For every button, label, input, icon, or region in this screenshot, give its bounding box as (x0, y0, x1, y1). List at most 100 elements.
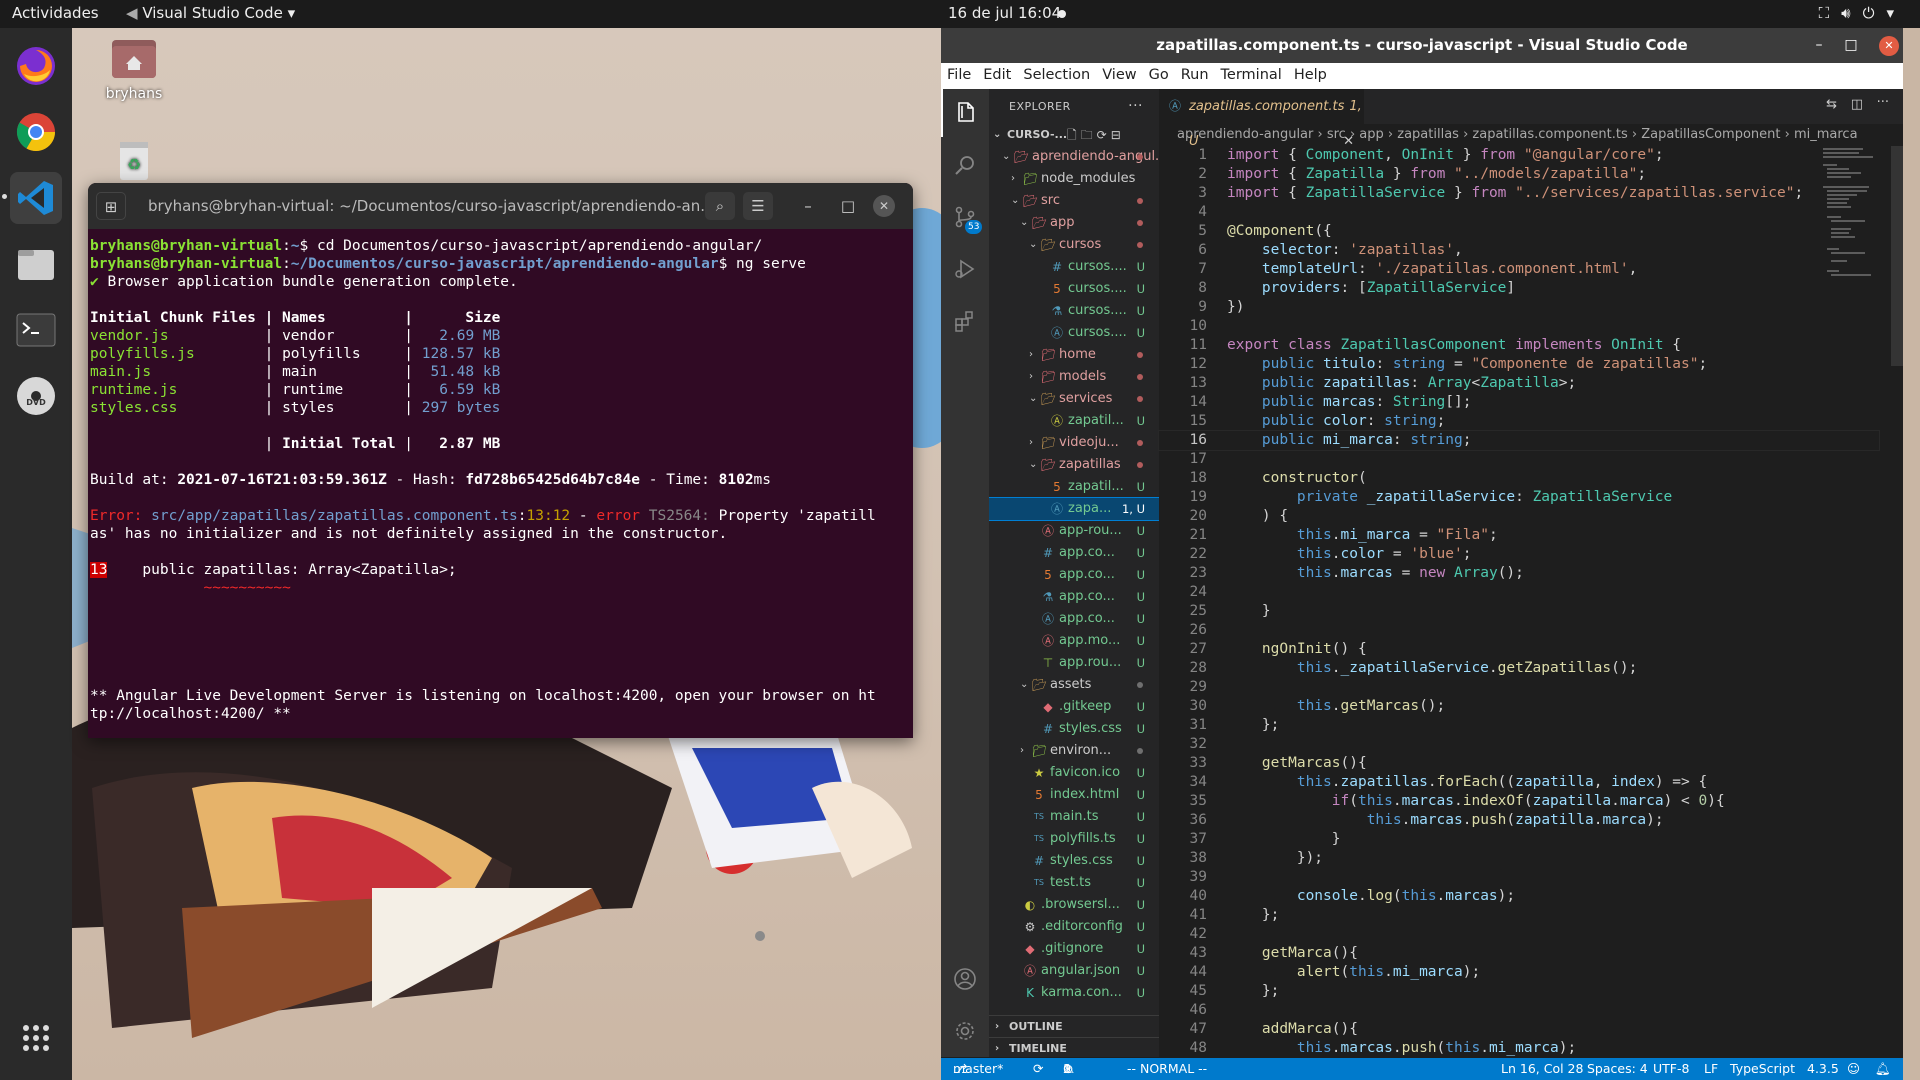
activities-button[interactable]: Actividades (12, 4, 99, 22)
feedback-icon[interactable]: ☺ (1847, 1058, 1860, 1080)
code-line[interactable]: 44 alert(this.mi_marca); (1159, 963, 1879, 982)
timeline-section[interactable]: › TIMELINE (989, 1037, 1159, 1057)
code-line[interactable]: 16 public mi_marca: string; (1158, 430, 1880, 451)
code-line[interactable]: 7 templateUrl: './zapatillas.component.h… (1159, 260, 1879, 279)
code-line[interactable]: 22 this.color = 'blue'; (1159, 545, 1879, 564)
code-line[interactable]: 48 this.marcas.push(this.mi_marca); (1159, 1039, 1879, 1058)
app-menu[interactable]: ◀︎ Visual Studio Code ▾ (126, 4, 295, 22)
tree-file[interactable]: TS polyfills.ts U (989, 828, 1159, 850)
code-line[interactable]: 32 (1159, 735, 1879, 754)
editor-scrollbar[interactable] (1891, 146, 1903, 366)
editor-area[interactable]: Ⓐ zapatillas.component.ts 1, U ✕ ⇆ ◫ ··· … (1158, 89, 1903, 1058)
code-line[interactable]: 18 constructor( (1159, 469, 1879, 488)
code-line[interactable]: 8 providers: [ZapatillaService] (1159, 279, 1879, 298)
code-line[interactable]: 11 export class ZapatillasComponent imple… (1159, 336, 1879, 355)
code-line[interactable]: 9}) (1159, 298, 1879, 317)
code-line[interactable]: 3 import { ZapatillaService } from "../se… (1159, 184, 1879, 203)
code-line[interactable]: 29 (1159, 678, 1879, 697)
code-line[interactable]: 45 }; (1159, 982, 1879, 1001)
terminal-output[interactable]: bryhans@bryhan-virtual:~$ cd Documentos/… (88, 229, 913, 738)
tree-folder[interactable]: ⌄ 📂︎ aprendiendo-angul... (989, 146, 1159, 168)
sync-icon[interactable]: ⟳ (1033, 1058, 1043, 1080)
code-line[interactable]: 4 (1159, 203, 1879, 222)
code-line[interactable]: 31 }; (1159, 716, 1879, 735)
tree-folder[interactable]: › 📁︎ models (989, 366, 1159, 388)
tree-folder[interactable]: › 📁︎ videoju... (989, 432, 1159, 454)
terminal-search-button[interactable]: ⌕ (705, 192, 735, 220)
vscode-minimize-button[interactable]: – (1803, 28, 1835, 63)
terminal-launcher[interactable] (10, 304, 62, 356)
code-line[interactable]: 35 if(this.marcas.indexOf(zapatilla.marc… (1159, 792, 1879, 811)
terminal-window[interactable]: ⊞ bryhans@bryhan-virtual: ~/Documentos/c… (88, 183, 913, 738)
breadcrumb-item[interactable]: zapatillas.component.ts (1472, 127, 1627, 142)
menu-terminal[interactable]: Terminal (1215, 63, 1288, 89)
terminal-maximize-button[interactable]: □ (833, 192, 863, 220)
tree-file[interactable]: # app.co... U (989, 542, 1159, 564)
menu-selection[interactable]: Selection (1017, 63, 1096, 89)
code-line[interactable]: 47 addMarca(){ (1159, 1020, 1879, 1039)
tree-file[interactable]: ⚗ app.co... U (989, 586, 1159, 608)
tree-file[interactable]: Ⓐangular.json U (989, 960, 1159, 982)
menu-help[interactable]: Help (1288, 63, 1333, 89)
tree-file[interactable]: 5 index.html U (989, 784, 1159, 806)
desktop-trash[interactable]: ♻ (89, 138, 179, 186)
code-line[interactable]: 19 private _zapatillaService: ZapatillaS… (1159, 488, 1879, 507)
desktop-home-folder[interactable]: bryhans (89, 34, 179, 102)
code-line[interactable]: 46 (1159, 1001, 1879, 1020)
indentation[interactable]: Spaces: 4 (1587, 1058, 1648, 1080)
tree-file[interactable]: Ⓐzapatil... U (989, 410, 1159, 432)
breadcrumb-item[interactable]: mi_marca (1794, 127, 1858, 142)
code-line[interactable]: 6 selector: 'zapatillas', (1159, 241, 1879, 260)
code-line[interactable]: 34 this.zapatillas.forEach((zapatilla, i… (1159, 773, 1879, 792)
code-line[interactable]: 36 this.marcas.push(zapatilla.marca); (1159, 811, 1879, 830)
menu-edit[interactable]: Edit (977, 63, 1017, 89)
code-line[interactable]: 13 public zapatillas: Array<Zapatilla>; (1159, 374, 1879, 393)
tree-file[interactable]: ⚗ cursos.... U (989, 300, 1159, 322)
tree-file[interactable]: Ⓐzapa... 1, U (989, 497, 1159, 521)
code-line[interactable]: 20 ) { (1159, 507, 1879, 526)
code-line[interactable]: 26 (1159, 621, 1879, 640)
code-line[interactable]: 40 console.log(this.marcas); (1159, 887, 1879, 906)
clock[interactable]: 16 de jul 16:04 (948, 4, 1061, 22)
tree-file[interactable]: ★ favicon.ico U (989, 762, 1159, 784)
code-line[interactable]: 2 import { Zapatilla } from "../models/za… (1159, 165, 1879, 184)
code-line[interactable]: 25 } (1159, 602, 1879, 621)
tree-folder[interactable]: ⌄ 📂︎ assets (989, 674, 1159, 696)
terminal-menu-button[interactable]: ☰ (743, 192, 773, 220)
code-line[interactable]: 33 getMarcas(){ (1159, 754, 1879, 773)
ts-version[interactable]: 4.3.5 (1807, 1058, 1839, 1080)
explorer-icon[interactable] (941, 89, 989, 137)
code-line[interactable]: 38 }); (1159, 849, 1879, 868)
code-line[interactable]: 43 getMarca(){ (1159, 944, 1879, 963)
code-line[interactable]: 21 this.mi_marca = "Fila"; (1159, 526, 1879, 545)
tree-file[interactable]: Ⓐcursos.... U (989, 322, 1159, 344)
tree-folder[interactable]: › 📁︎ home (989, 344, 1159, 366)
run-debug-icon[interactable] (941, 245, 989, 293)
split-editor-icon[interactable]: ◫ (1851, 97, 1863, 112)
code-editor[interactable]: 1 import { Component, OnInit } from "@ang… (1158, 146, 1880, 1058)
tree-file[interactable]: ◐ .browsersl... U (989, 894, 1159, 916)
tree-folder[interactable]: ⌄ 📂︎ services (989, 388, 1159, 410)
tree-file[interactable]: ⊤ app.rou... U (989, 652, 1159, 674)
tree-folder[interactable]: ⌄ 📂︎ cursos (989, 234, 1159, 256)
tree-file[interactable]: Ⓐapp.mo... U (989, 630, 1159, 652)
end-of-line[interactable]: LF (1704, 1058, 1718, 1080)
tree-file[interactable]: 5 zapatil... U (989, 476, 1159, 498)
dvd-launcher[interactable]: DVD (10, 370, 62, 422)
code-line[interactable]: 39 (1159, 868, 1879, 887)
settings-gear-icon[interactable] (941, 1007, 989, 1055)
code-line[interactable]: 1 import { Component, OnInit } from "@ang… (1159, 146, 1879, 165)
tree-file[interactable]: 5 app.co... U (989, 564, 1159, 586)
account-icon[interactable] (941, 955, 989, 1003)
terminal-minimize-button[interactable]: – (793, 192, 823, 220)
breadcrumb-item[interactable]: ZapatillasComponent (1641, 127, 1780, 142)
tree-folder[interactable]: ⌄ 📂︎ src (989, 190, 1159, 212)
files-launcher[interactable] (10, 238, 62, 290)
language-mode[interactable]: TypeScript (1730, 1058, 1795, 1080)
vscode-close-button[interactable]: ✕ (1879, 36, 1899, 56)
tree-file[interactable]: # cursos.... U (989, 256, 1159, 278)
minimap[interactable] (1821, 146, 1891, 286)
explorer-actions[interactable]: 🗋🗀⟳⊟ (1067, 124, 1125, 146)
tree-file[interactable]: ◆ .gitkeep U (989, 696, 1159, 718)
notifications-bell-icon[interactable]: 🔔︎ (1875, 1058, 1891, 1080)
